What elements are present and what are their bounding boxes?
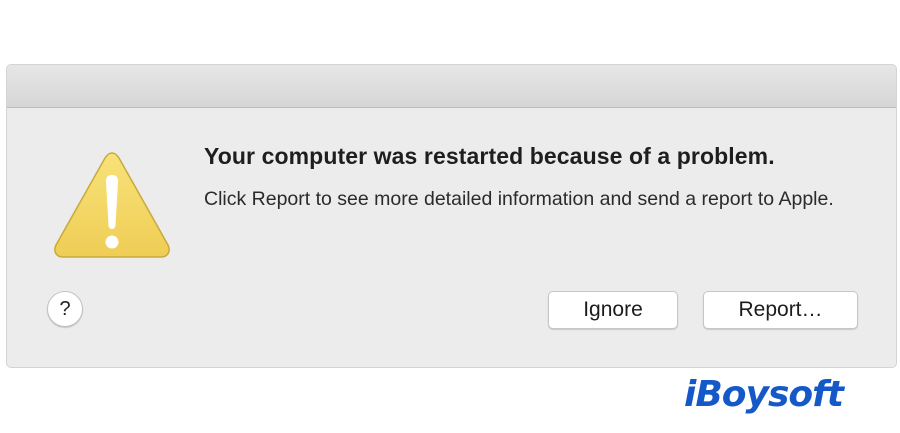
report-button[interactable]: Report…: [703, 291, 858, 329]
page: Your computer was restarted because of a…: [0, 0, 900, 433]
warning-triangle-icon: [54, 152, 170, 258]
dialog-message: Click Report to see more detailed inform…: [204, 188, 834, 210]
alert-dialog: Your computer was restarted because of a…: [6, 64, 897, 368]
dialog-title: Your computer was restarted because of a…: [204, 143, 775, 169]
brand-watermark: iBoysoft: [684, 374, 844, 415]
help-button[interactable]: ?: [47, 291, 83, 327]
dialog-titlebar: [7, 65, 896, 108]
ignore-button[interactable]: Ignore: [548, 291, 678, 329]
